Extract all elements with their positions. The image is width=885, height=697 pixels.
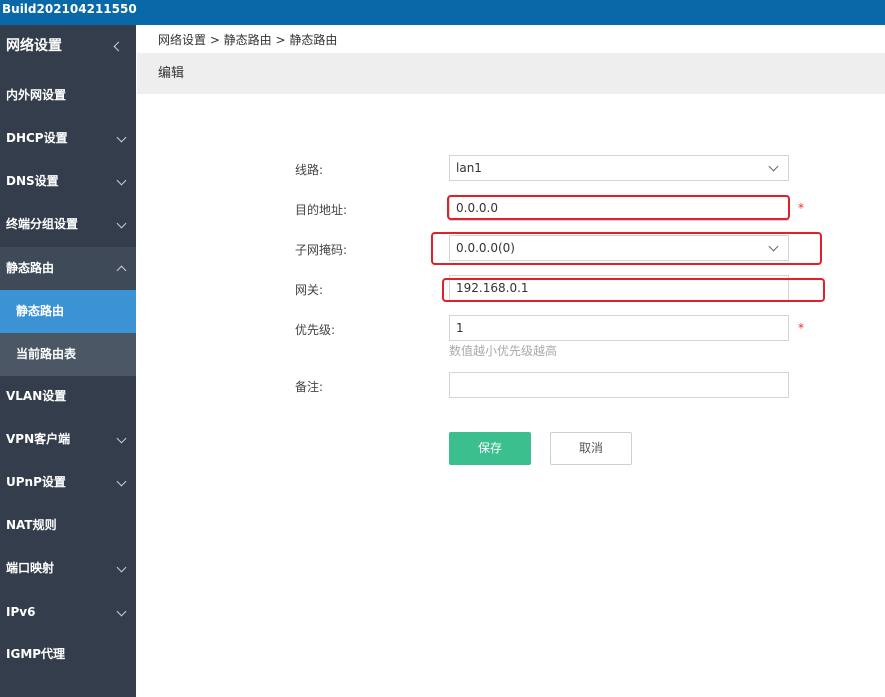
highlight-box [442, 278, 825, 302]
sidebar-item-igmp-proxy[interactable]: IGMP代理 [0, 633, 136, 676]
chevron-down-icon [116, 476, 127, 487]
sidebar-item-label: UPnP设置 [6, 475, 66, 489]
mask-label: 子网掩码: [295, 243, 348, 257]
chevron-down-icon [116, 132, 127, 143]
priority-input[interactable]: 1 [449, 315, 789, 341]
sidebar-item-label: 端口映射 [6, 561, 55, 575]
highlight-box [447, 195, 790, 220]
sidebar-item-label: 终端分组设置 [6, 217, 79, 231]
sidebar-item-label: DHCP设置 [6, 131, 68, 145]
cancel-button[interactable]: 取消 [550, 432, 632, 465]
chevron-down-icon [116, 606, 127, 617]
chevron-down-icon [116, 218, 127, 229]
chevron-down-icon [116, 562, 127, 573]
chevron-down-icon [116, 433, 127, 444]
chevron-down-icon [116, 175, 127, 186]
chevron-down-icon [768, 161, 779, 172]
sidebar-item-terminal-group[interactable]: 终端分组设置 [0, 203, 136, 246]
sidebar-item-label: 内外网设置 [6, 88, 67, 102]
sidebar-item-dns[interactable]: DNS设置 [0, 160, 136, 203]
build-version: Build202104211550 [2, 2, 137, 16]
page-title: 编辑 [158, 66, 185, 81]
dest-label: 目的地址: [295, 203, 348, 217]
save-button[interactable]: 保存 [449, 432, 531, 465]
line-select[interactable]: lan1 [449, 155, 789, 181]
sidebar-item-label: VLAN设置 [6, 389, 67, 403]
sidebar-item-dhcp[interactable]: DHCP设置 [0, 117, 136, 160]
sidebar-item-nat[interactable]: NAT规则 [0, 504, 136, 547]
sidebar-item-label: 当前路由表 [16, 347, 77, 361]
sidebar-item-label: 静态路由 [6, 261, 55, 275]
breadcrumb: 网络设置 > 静态路由 > 静态路由 [158, 33, 338, 47]
line-label: 线路: [295, 163, 324, 177]
line-value: lan1 [456, 161, 482, 175]
sidebar-item-ipv6[interactable]: IPv6 [0, 591, 136, 634]
collapse-icon[interactable] [113, 41, 124, 52]
sidebar-item-label: 静态路由 [16, 304, 65, 318]
chevron-up-icon [116, 265, 127, 276]
sidebar-title-label: 网络设置 [6, 38, 62, 54]
panel-header: 编辑 [137, 53, 885, 94]
sidebar: 网络设置 内外网设置 DHCP设置 DNS设置 终端分组设置 静态路由 静态路由… [0, 25, 136, 697]
priority-hint: 数值越小优先级越高 [449, 344, 558, 358]
sidebar-item-inner-outer-network[interactable]: 内外网设置 [0, 74, 136, 117]
sidebar-item-vpn-client[interactable]: VPN客户端 [0, 418, 136, 461]
sidebar-item-port-mapping[interactable]: 端口映射 [0, 547, 136, 590]
gateway-label: 网关: [295, 283, 324, 297]
sidebar-item-upnp[interactable]: UPnP设置 [0, 461, 136, 504]
priority-label: 优先级: [295, 323, 336, 337]
sidebar-item-static-route[interactable]: 静态路由 [0, 247, 136, 290]
required-mark: * [798, 321, 804, 335]
highlight-box [431, 232, 822, 265]
sidebar-title[interactable]: 网络设置 [0, 25, 136, 68]
remark-input[interactable] [449, 372, 789, 398]
sidebar-item-label: IGMP代理 [6, 647, 66, 661]
top-bar: Build202104211550 [0, 0, 885, 25]
sidebar-item-label: NAT规则 [6, 518, 57, 532]
sidebar-item-label: IPv6 [6, 605, 36, 619]
sidebar-subitem-route-table[interactable]: 当前路由表 [0, 333, 136, 376]
sidebar-item-vlan[interactable]: VLAN设置 [0, 375, 136, 418]
required-mark: * [798, 201, 804, 215]
remark-label: 备注: [295, 380, 324, 394]
sidebar-item-label: VPN客户端 [6, 432, 71, 446]
priority-value: 1 [456, 321, 464, 335]
sidebar-item-label: DNS设置 [6, 174, 59, 188]
sidebar-subitem-static-route[interactable]: 静态路由 [0, 290, 136, 333]
